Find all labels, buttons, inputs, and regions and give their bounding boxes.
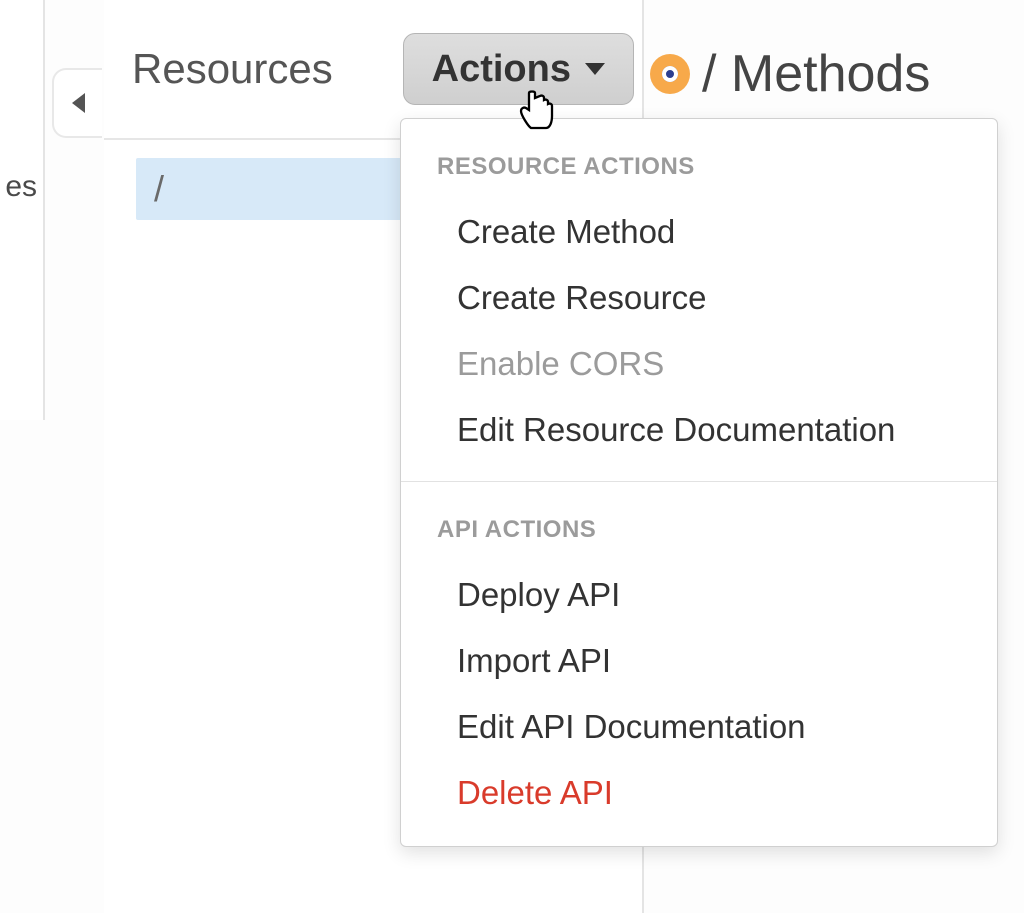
menu-import-api[interactable]: Import API <box>401 628 997 694</box>
menu-deploy-api[interactable]: Deploy API <box>401 562 997 628</box>
menu-edit-api-documentation[interactable]: Edit API Documentation <box>401 694 997 760</box>
indicator-dot-icon <box>650 54 690 94</box>
nav-label-fragment: es <box>5 170 37 204</box>
methods-title: / Methods <box>702 44 930 104</box>
menu-create-method[interactable]: Create Method <box>401 199 997 265</box>
chevron-left-icon <box>72 93 85 113</box>
collapse-sidebar-button[interactable] <box>52 68 102 138</box>
menu-create-resource[interactable]: Create Resource <box>401 265 997 331</box>
dropdown-header-resource-actions: RESOURCE ACTIONS <box>401 119 997 199</box>
indicator-dot-inner <box>662 66 678 82</box>
menu-enable-cors[interactable]: Enable CORS <box>401 331 997 397</box>
actions-button[interactable]: Actions <box>403 33 634 105</box>
menu-delete-api[interactable]: Delete API <box>401 760 997 826</box>
menu-edit-resource-documentation[interactable]: Edit Resource Documentation <box>401 397 997 463</box>
left-nav-sliver: es <box>0 0 45 420</box>
methods-breadcrumb: / Methods <box>650 44 930 104</box>
caret-down-icon <box>585 63 605 75</box>
actions-dropdown: RESOURCE ACTIONS Create Method Create Re… <box>400 118 998 847</box>
actions-button-label: Actions <box>432 48 571 91</box>
resources-title: Resources <box>132 45 333 93</box>
resource-path-label: / <box>154 168 164 210</box>
dropdown-header-api-actions: API ACTIONS <box>401 482 997 562</box>
